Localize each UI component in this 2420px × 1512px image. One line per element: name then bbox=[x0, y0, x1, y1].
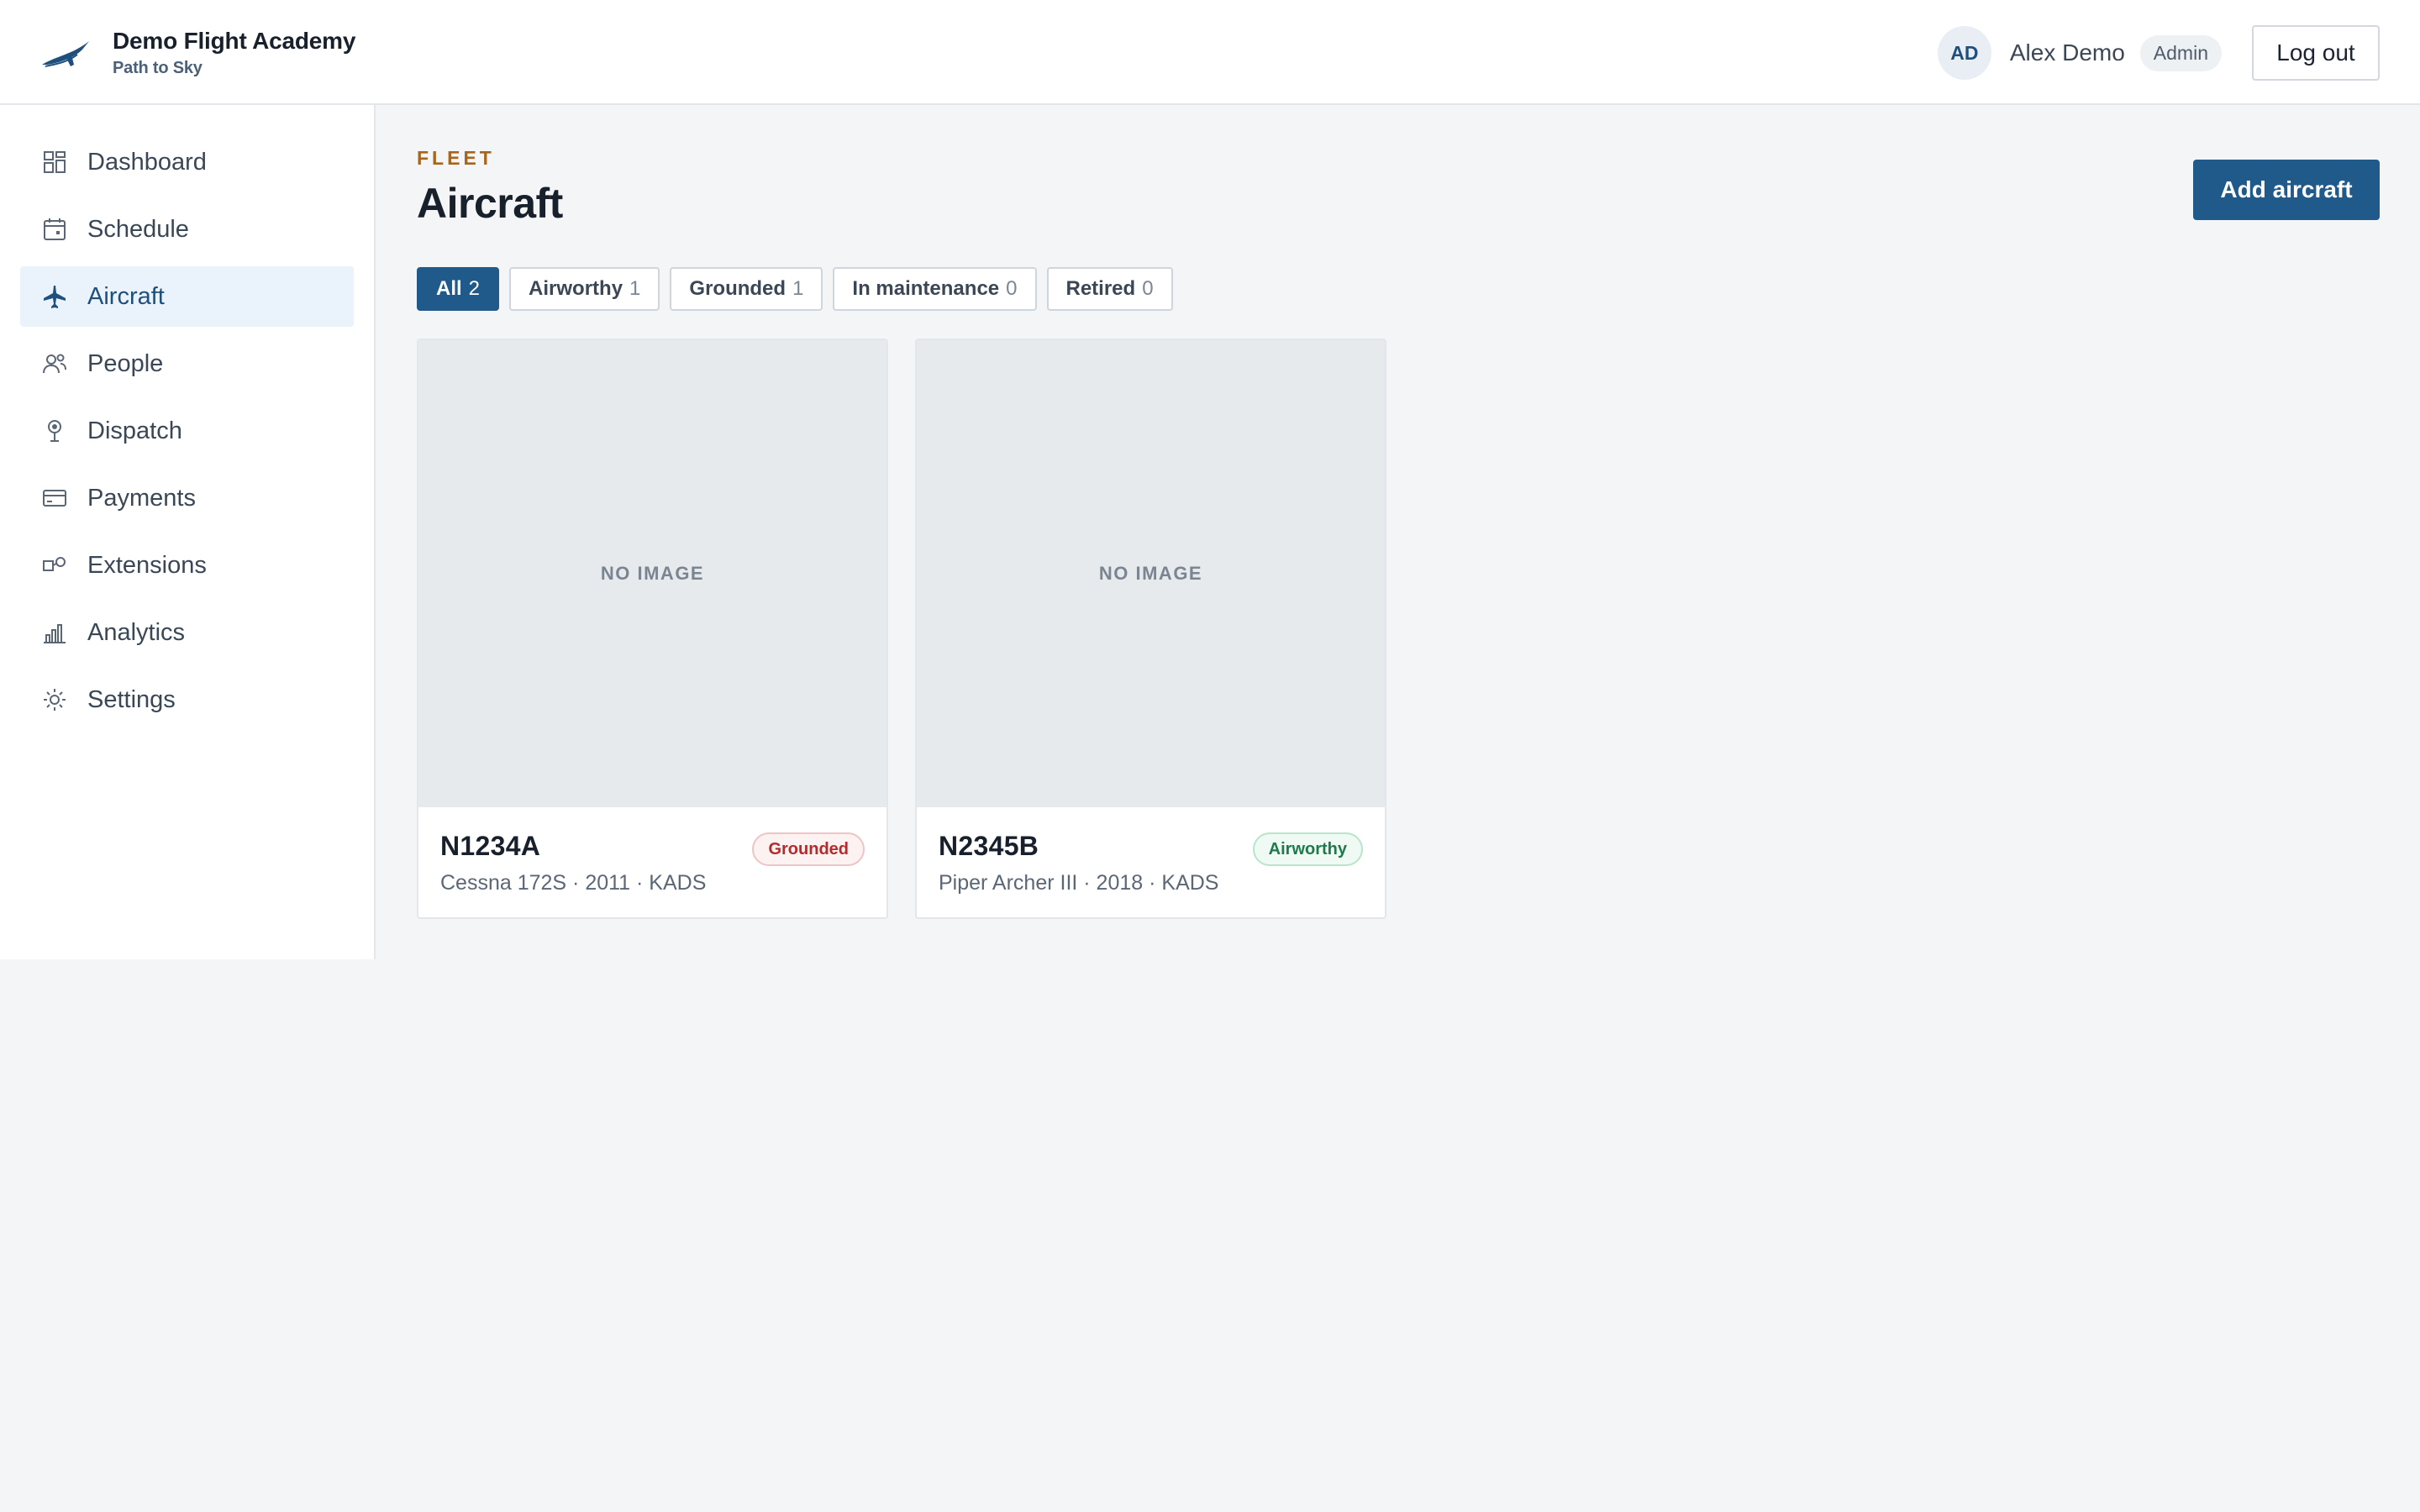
aircraft-card-body: N1234A Cessna 172S · 2011 · KADS Grounde… bbox=[418, 807, 886, 917]
brand[interactable]: Demo Flight Academy Path to Sky bbox=[40, 22, 355, 84]
aircraft-image-placeholder: NO IMAGE bbox=[418, 340, 886, 807]
filter-label: Grounded bbox=[689, 277, 786, 300]
aircraft-card[interactable]: NO IMAGE N2345B Piper Archer III · 2018 … bbox=[915, 339, 1386, 919]
sidebar-item-label: Aircraft bbox=[87, 282, 165, 310]
sidebar-item-settings[interactable]: Settings bbox=[20, 669, 354, 730]
sidebar-item-people[interactable]: People bbox=[20, 333, 354, 394]
sidebar-item-label: Dashboard bbox=[87, 148, 207, 176]
sidebar-item-label: Payments bbox=[87, 484, 196, 512]
aircraft-card-body: N2345B Piper Archer III · 2018 · KADS Ai… bbox=[917, 807, 1385, 917]
brand-tagline: Path to Sky bbox=[113, 59, 203, 77]
top-bar: Demo Flight Academy Path to Sky AD Alex … bbox=[0, 0, 2420, 105]
airplane-icon bbox=[42, 284, 67, 309]
analytics-icon bbox=[42, 620, 67, 645]
brand-text: Demo Flight Academy Path to Sky bbox=[113, 26, 355, 80]
sidebar-item-aircraft[interactable]: Aircraft bbox=[20, 266, 354, 327]
sidebar: Dashboard Schedule Aircraft People Dispa… bbox=[0, 105, 376, 959]
filter-count: 2 bbox=[468, 277, 481, 300]
sidebar-item-dispatch[interactable]: Dispatch bbox=[20, 401, 354, 461]
no-image-label: NO IMAGE bbox=[1098, 563, 1203, 584]
extensions-icon bbox=[42, 553, 67, 578]
filter-label: In maintenance bbox=[852, 277, 1000, 300]
filter-count: 1 bbox=[629, 277, 641, 300]
sidebar-item-analytics[interactable]: Analytics bbox=[20, 602, 354, 663]
add-aircraft-button[interactable]: Add aircraft bbox=[2193, 160, 2380, 220]
filter-label: All bbox=[436, 277, 462, 300]
status-filter-bar: All 2 Airworthy 1 Grounded 1 In maintena… bbox=[417, 267, 1183, 311]
filter-label: Retired bbox=[1065, 277, 1136, 300]
sidebar-item-schedule[interactable]: Schedule bbox=[20, 199, 354, 260]
credit-card-icon bbox=[42, 486, 67, 511]
user-name: Alex Demo bbox=[2009, 39, 2125, 66]
status-badge: Grounded bbox=[752, 832, 865, 866]
page-title: Aircraft bbox=[417, 180, 563, 227]
avatar[interactable]: AD bbox=[1937, 26, 1991, 80]
logout-button[interactable]: Log out bbox=[2252, 25, 2380, 81]
sidebar-item-dashboard[interactable]: Dashboard bbox=[20, 132, 354, 192]
filter-count: 1 bbox=[792, 277, 804, 300]
filter-airworthy[interactable]: Airworthy 1 bbox=[509, 267, 660, 311]
dispatch-icon bbox=[42, 418, 67, 444]
plane-swoosh-logo bbox=[42, 41, 89, 67]
aircraft-card[interactable]: NO IMAGE N1234A Cessna 172S · 2011 · KAD… bbox=[417, 339, 888, 919]
aircraft-image-placeholder: NO IMAGE bbox=[917, 340, 1385, 807]
section-eyebrow: FLEET bbox=[417, 147, 495, 169]
filter-in-maintenance[interactable]: In maintenance 0 bbox=[833, 267, 1037, 311]
sidebar-item-label: Schedule bbox=[87, 215, 189, 243]
brand-name: Demo Flight Academy bbox=[113, 28, 356, 54]
filter-retired[interactable]: Retired 0 bbox=[1046, 267, 1173, 311]
no-image-label: NO IMAGE bbox=[600, 563, 705, 584]
aircraft-grid: NO IMAGE N1234A Cessna 172S · 2011 · KAD… bbox=[417, 339, 1413, 919]
sidebar-item-label: People bbox=[87, 349, 164, 377]
people-icon bbox=[42, 351, 67, 376]
sidebar-item-label: Settings bbox=[87, 685, 176, 713]
sidebar-item-payments[interactable]: Payments bbox=[20, 468, 354, 528]
status-badge: Airworthy bbox=[1252, 832, 1363, 866]
dashboard-icon bbox=[42, 150, 67, 175]
filter-label: Airworthy bbox=[529, 277, 623, 300]
aircraft-meta: Piper Archer III · 2018 · KADS bbox=[939, 871, 1219, 895]
filter-count: 0 bbox=[1142, 277, 1154, 300]
sidebar-item-extensions[interactable]: Extensions bbox=[20, 535, 354, 596]
calendar-icon bbox=[42, 217, 67, 242]
sidebar-item-label: Extensions bbox=[87, 551, 207, 579]
sidebar-item-label: Dispatch bbox=[87, 417, 182, 444]
filter-all[interactable]: All 2 bbox=[417, 267, 500, 311]
filter-grounded[interactable]: Grounded 1 bbox=[670, 267, 823, 311]
sidebar-item-label: Analytics bbox=[87, 618, 186, 646]
user-area: AD Alex Demo Admin Log out bbox=[1937, 25, 2380, 81]
role-badge: Admin bbox=[2139, 34, 2222, 71]
settings-icon bbox=[42, 687, 67, 712]
aircraft-meta: Cessna 172S · 2011 · KADS bbox=[440, 871, 707, 895]
filter-count: 0 bbox=[1006, 277, 1018, 300]
